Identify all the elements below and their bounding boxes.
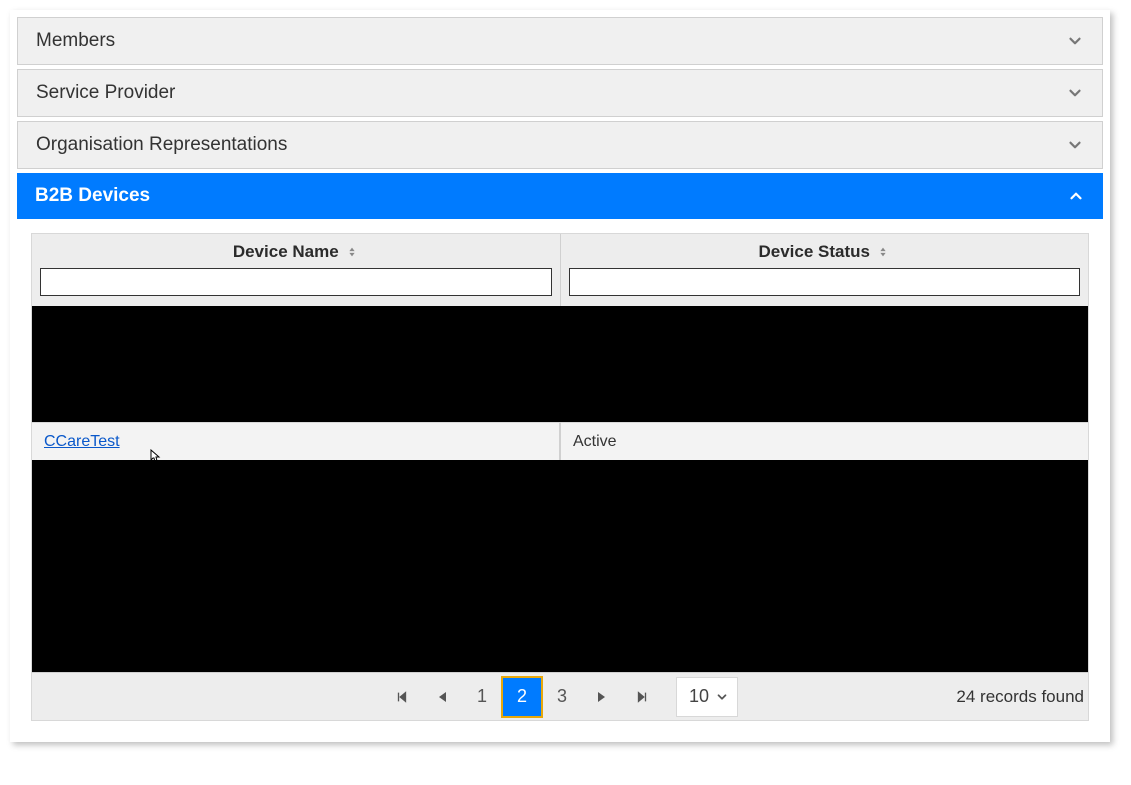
device-name-link[interactable]: CCareTest — [44, 433, 120, 451]
accordion-body-b2b-devices: Device Name Device Status — [17, 219, 1103, 735]
accordion-label: Service Provider — [36, 82, 175, 104]
accordion-label: Members — [36, 30, 115, 52]
chevron-up-icon — [1067, 187, 1085, 205]
sort-icon — [876, 245, 890, 259]
table-row — [32, 306, 1088, 422]
filter-input-device-name[interactable] — [40, 268, 552, 296]
accordion-header-organisation-representations[interactable]: Organisation Representations — [18, 122, 1102, 168]
grid-header: Device Name Device Status — [32, 234, 1088, 306]
column-device-status: Device Status — [561, 234, 1089, 306]
column-label: Device Status — [759, 242, 871, 262]
pager-first-button[interactable] — [382, 677, 422, 717]
table-row — [32, 460, 1088, 672]
accordion: Members Service Provider Organisation Re… — [17, 17, 1103, 735]
cell-device-name — [32, 460, 561, 672]
pager-page-1[interactable]: 1 — [462, 677, 502, 717]
column-label: Device Name — [233, 242, 339, 262]
accordion-label: Organisation Representations — [36, 134, 287, 156]
pager-page-2-current[interactable]: 2 — [502, 677, 542, 717]
column-device-name: Device Name — [32, 234, 561, 306]
column-header-device-status[interactable]: Device Status — [569, 242, 1081, 262]
devices-grid: Device Name Device Status — [31, 233, 1089, 721]
main-panel: Members Service Provider Organisation Re… — [10, 10, 1110, 742]
grid-footer: 1 2 3 10 — [32, 672, 1088, 720]
pager: 1 2 3 10 — [382, 677, 738, 717]
pager-page-3[interactable]: 3 — [542, 677, 582, 717]
page-size-value: 10 — [689, 686, 709, 707]
accordion-label: B2B Devices — [35, 185, 150, 207]
pager-prev-button[interactable] — [422, 677, 462, 717]
chevron-down-icon — [715, 690, 729, 704]
cell-device-status: Active — [561, 422, 1088, 460]
filter-input-device-status[interactable] — [569, 268, 1081, 296]
accordion-item-b2b-devices: B2B Devices Device Name — [17, 173, 1103, 735]
accordion-item-organisation-representations: Organisation Representations — [17, 121, 1103, 169]
grid-body: CCareTest Active — [32, 306, 1088, 672]
chevron-down-icon — [1066, 84, 1084, 102]
accordion-header-b2b-devices[interactable]: B2B Devices — [17, 173, 1103, 219]
accordion-item-members: Members — [17, 17, 1103, 65]
chevron-down-icon — [1066, 136, 1084, 154]
cell-device-name — [32, 306, 561, 422]
table-row: CCareTest Active — [32, 422, 1088, 460]
device-status-text: Active — [573, 433, 617, 451]
accordion-header-members[interactable]: Members — [18, 18, 1102, 64]
pager-last-button[interactable] — [622, 677, 662, 717]
sort-icon — [345, 245, 359, 259]
records-found-label: 24 records found — [956, 687, 1084, 707]
accordion-item-service-provider: Service Provider — [17, 69, 1103, 117]
chevron-down-icon — [1066, 32, 1084, 50]
pager-next-button[interactable] — [582, 677, 622, 717]
page-size-select[interactable]: 10 — [676, 677, 738, 717]
cell-device-name: CCareTest — [32, 422, 561, 460]
cell-device-status — [561, 460, 1088, 672]
accordion-header-service-provider[interactable]: Service Provider — [18, 70, 1102, 116]
column-header-device-name[interactable]: Device Name — [40, 242, 552, 262]
cell-device-status — [561, 306, 1088, 422]
